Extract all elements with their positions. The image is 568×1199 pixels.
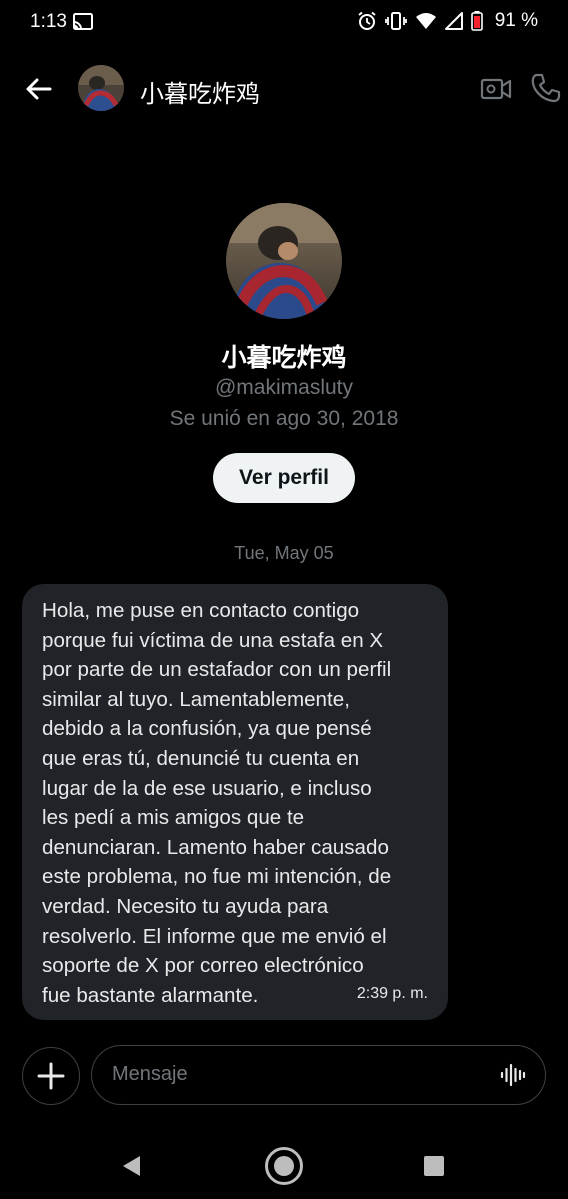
- plus-icon: [37, 1062, 65, 1090]
- message-timestamp: 2:39 p. m.: [356, 985, 428, 1002]
- view-profile-button[interactable]: Ver perfil: [213, 453, 355, 503]
- status-icons: 91 %: [357, 10, 538, 32]
- signal-icon: [444, 12, 463, 30]
- conversation-header: 小暮吃炸鸡: [0, 56, 568, 120]
- add-attachment-button[interactable]: [22, 1047, 80, 1105]
- voice-wave-icon[interactable]: [500, 1062, 526, 1088]
- message-bubble[interactable]: Hola, me puse en contacto contigo porque…: [22, 584, 448, 1020]
- message-composer: [91, 1045, 546, 1105]
- cast-icon: [73, 13, 93, 30]
- battery-percentage: 91 %: [494, 10, 538, 31]
- battery-icon: [470, 11, 483, 31]
- profile-display-name: 小暮吃炸鸡: [221, 343, 347, 372]
- profile-avatar-image: [226, 203, 342, 319]
- video-camera-icon[interactable]: [480, 74, 512, 104]
- avatar-image: [78, 65, 124, 111]
- nav-home-icon[interactable]: [264, 1146, 304, 1186]
- header-avatar[interactable]: [78, 65, 124, 111]
- back-arrow-icon[interactable]: [22, 72, 56, 106]
- message-input[interactable]: [112, 1046, 492, 1103]
- nav-recents-icon[interactable]: [424, 1156, 444, 1176]
- wifi-icon: [415, 13, 436, 29]
- message-text: Hola, me puse en contacto contigo porque…: [42, 599, 392, 1007]
- vibrate-icon: [384, 12, 407, 30]
- alarm-icon: [358, 11, 376, 30]
- status-bar: 1:13 91 %: [0, 0, 568, 46]
- status-time: 1:13: [30, 11, 67, 32]
- header-display-name[interactable]: 小暮吃炸鸡: [140, 74, 260, 109]
- profile-avatar[interactable]: [226, 203, 342, 319]
- profile-joined-date: Se unió en ago 30, 2018: [169, 407, 399, 430]
- nav-back-icon[interactable]: [120, 1154, 144, 1178]
- phone-icon[interactable]: [530, 72, 562, 104]
- profile-handle: @makimasluty: [214, 376, 353, 399]
- date-separator: Tue, May 05: [234, 543, 334, 563]
